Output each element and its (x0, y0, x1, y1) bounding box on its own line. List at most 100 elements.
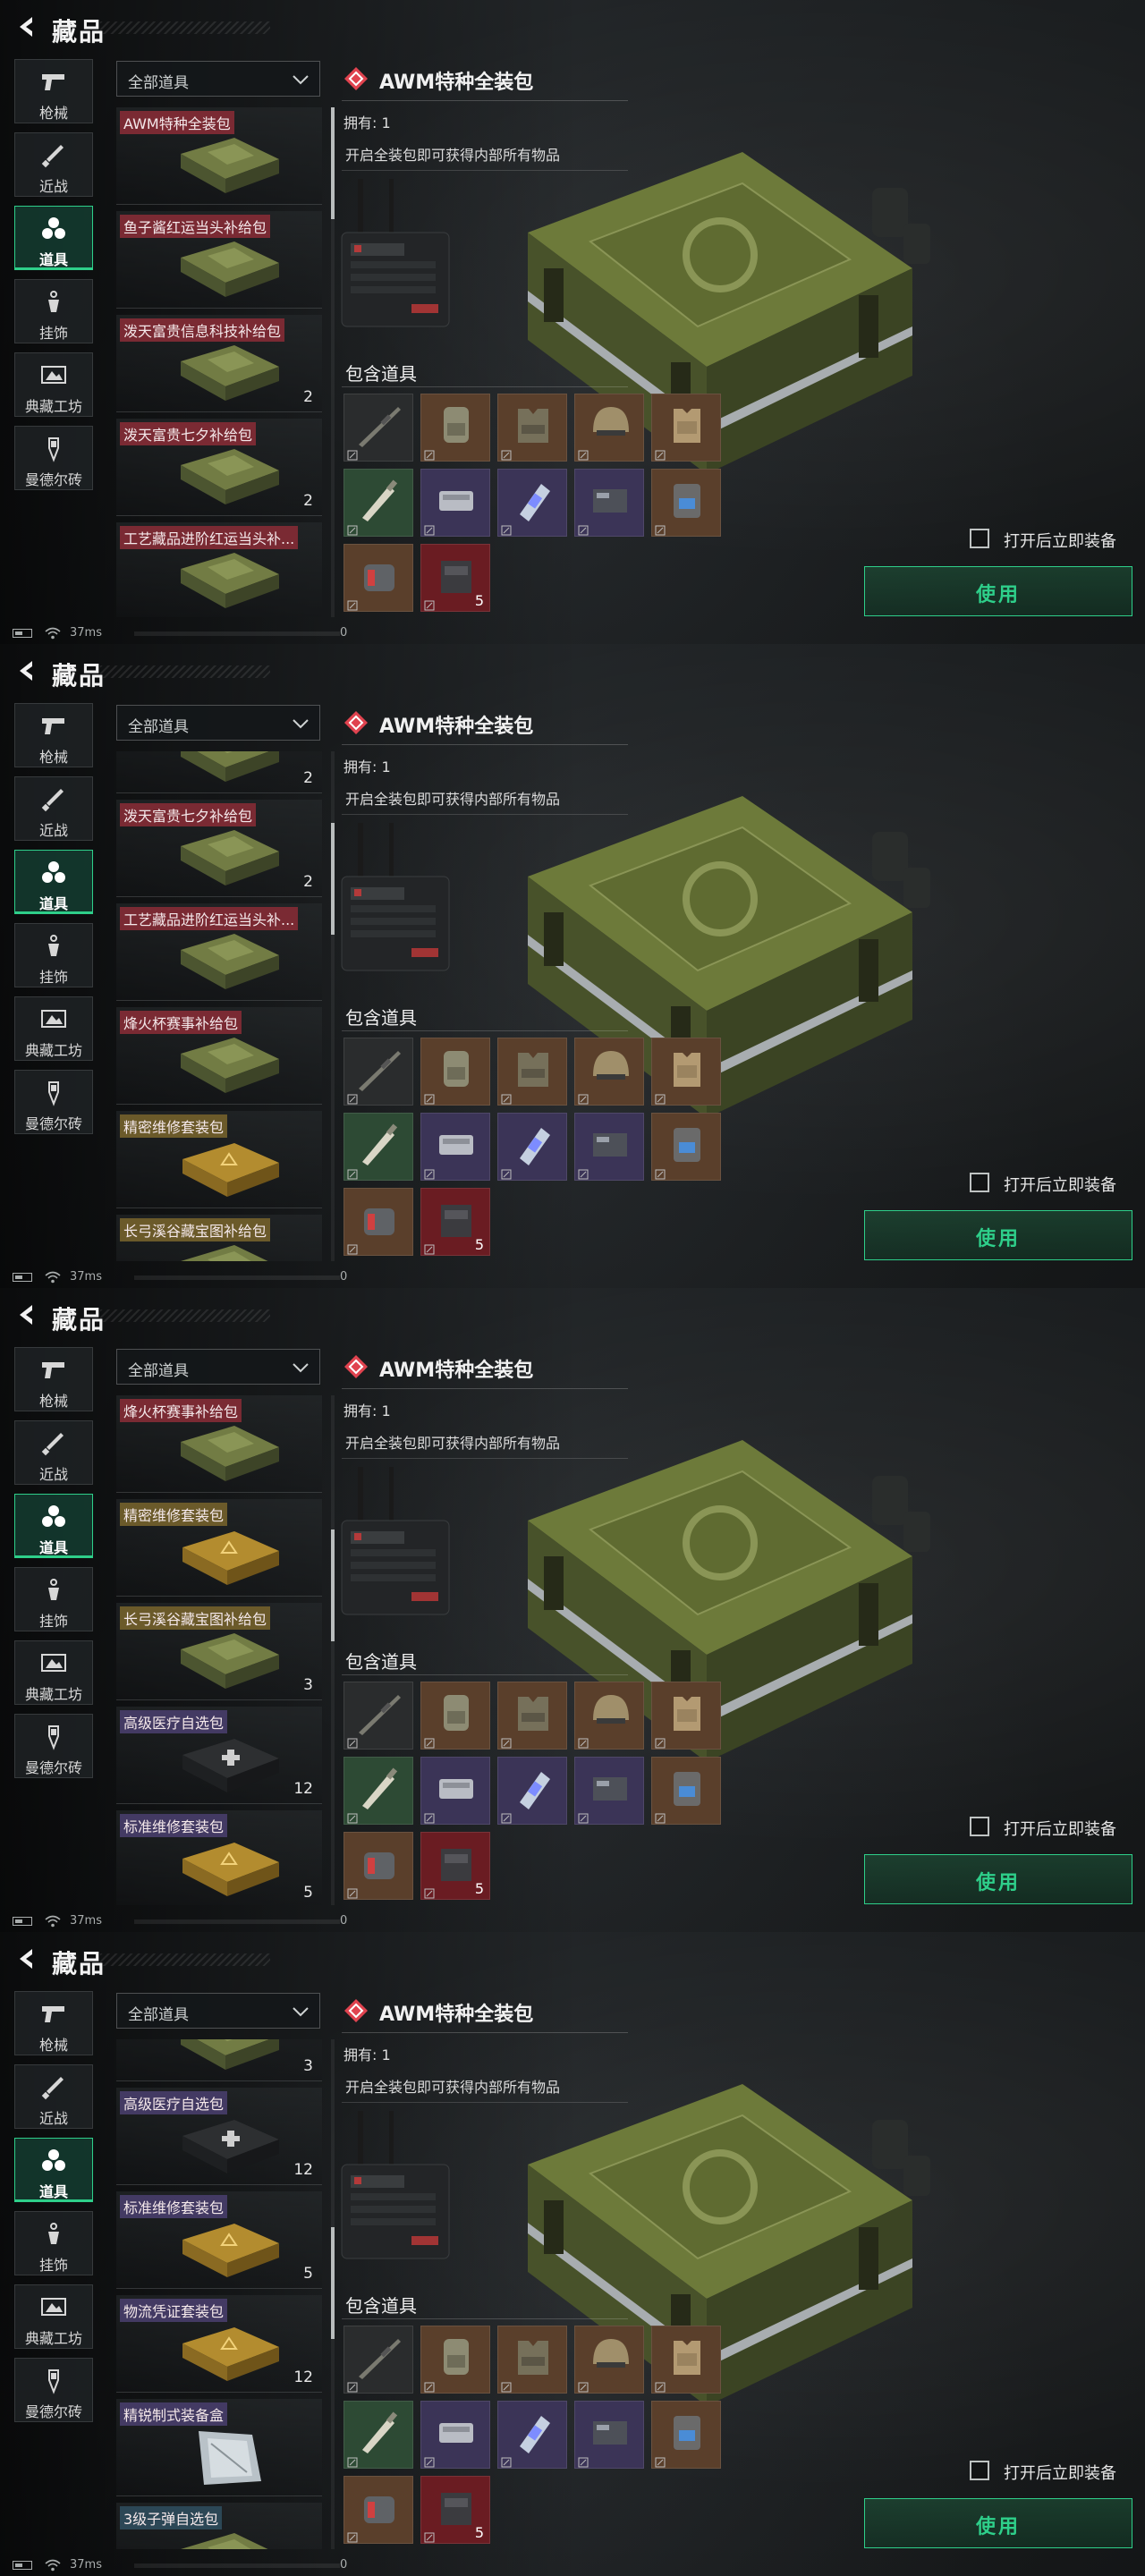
content-item[interactable]: 5 (420, 2476, 490, 2544)
content-item[interactable] (420, 1038, 490, 1106)
content-item[interactable]: 5 (420, 1188, 490, 1256)
content-item[interactable]: 5 (420, 1832, 490, 1900)
content-item[interactable] (497, 2401, 567, 2469)
list-item[interactable]: 泼天富贵七夕补给包 2 (116, 419, 322, 516)
sidebar-item-items[interactable]: 道具 (14, 1494, 93, 1558)
sidebar-item-brick[interactable]: 曼德尔砖 (14, 426, 93, 490)
list-item[interactable]: 泼天富贵信息科技补给包 2 (116, 315, 322, 412)
sidebar-item-charm[interactable]: 挂饰 (14, 279, 93, 343)
checkbox[interactable] (970, 1173, 989, 1192)
list-item[interactable]: 高级医疗自选包 12 (116, 2088, 322, 2185)
item-list[interactable]: 3 高级医疗自选包 12 标准维修套装包 5 物流凭证套装包 12 精锐制式装备盒 3级子弹自选… (116, 2039, 329, 2549)
use-button[interactable]: 使用 (864, 1210, 1132, 1260)
sidebar-item-workshop[interactable]: 典藏工坊 (14, 996, 93, 1061)
content-item[interactable] (574, 1682, 644, 1750)
sidebar-item-workshop[interactable]: 典藏工坊 (14, 352, 93, 417)
back-arrow-icon[interactable] (14, 1302, 39, 1327)
list-item[interactable]: 3级子弹自选包 (116, 2503, 322, 2549)
content-item[interactable] (651, 1757, 721, 1825)
content-item[interactable] (651, 2401, 721, 2469)
content-item[interactable] (497, 1682, 567, 1750)
sidebar-item-items[interactable]: 道具 (14, 2138, 93, 2202)
sidebar-item-charm[interactable]: 挂饰 (14, 923, 93, 987)
list-item[interactable]: 长弓溪谷藏宝图补给包 (116, 1215, 322, 1261)
sidebar-item-workshop[interactable]: 典藏工坊 (14, 2284, 93, 2349)
content-item[interactable] (344, 1682, 413, 1750)
list-scrollbar[interactable] (331, 107, 335, 617)
checkbox[interactable] (970, 2461, 989, 2480)
content-item[interactable] (651, 2326, 721, 2394)
sidebar-item-knife[interactable]: 近战 (14, 1420, 93, 1485)
content-item[interactable] (574, 1113, 644, 1181)
back-arrow-icon[interactable] (14, 658, 39, 683)
list-item[interactable]: 2 (116, 751, 322, 793)
list-item[interactable]: 长弓溪谷藏宝图补给包 3 (116, 1603, 322, 1700)
list-item[interactable]: 物流凭证套装包 12 (116, 2295, 322, 2393)
content-item[interactable] (574, 394, 644, 462)
content-item[interactable] (344, 2476, 413, 2544)
list-item[interactable]: 高级医疗自选包 12 (116, 1707, 322, 1804)
list-item[interactable]: 泼天富贵七夕补给包 2 (116, 800, 322, 897)
use-button[interactable]: 使用 (864, 566, 1132, 616)
sidebar-item-pistol[interactable]: 枪械 (14, 59, 93, 123)
content-item[interactable] (344, 1188, 413, 1256)
sidebar-item-pistol[interactable]: 枪械 (14, 1991, 93, 2055)
content-item[interactable] (651, 1038, 721, 1106)
content-item[interactable] (497, 394, 567, 462)
filter-dropdown[interactable]: 全部道具 (116, 705, 320, 741)
sidebar-item-pistol[interactable]: 枪械 (14, 703, 93, 767)
content-item[interactable] (497, 1038, 567, 1106)
sidebar-item-items[interactable]: 道具 (14, 850, 93, 914)
sidebar-item-knife[interactable]: 近战 (14, 2064, 93, 2129)
sidebar-item-pistol[interactable]: 枪械 (14, 1347, 93, 1411)
sidebar-item-charm[interactable]: 挂饰 (14, 1567, 93, 1631)
item-list[interactable]: 烽火杯赛事补给包 精密维修套装包 长弓溪谷藏宝图补给包 3 高级医疗自选包 12 标准维修套… (116, 1395, 329, 1905)
sidebar-item-brick[interactable]: 曼德尔砖 (14, 1714, 93, 1778)
content-item[interactable] (651, 469, 721, 537)
list-item[interactable]: 精密维修套装包 (116, 1111, 322, 1208)
content-item[interactable] (420, 394, 490, 462)
content-item[interactable] (344, 469, 413, 537)
back-arrow-icon[interactable] (14, 1946, 39, 1971)
content-item[interactable] (344, 2326, 413, 2394)
content-item[interactable] (574, 1038, 644, 1106)
sidebar-item-knife[interactable]: 近战 (14, 776, 93, 841)
content-item[interactable] (344, 2401, 413, 2469)
filter-dropdown[interactable]: 全部道具 (116, 61, 320, 97)
scrollbar-thumb[interactable] (331, 1530, 335, 1641)
list-item[interactable]: 精锐制式装备盒 (116, 2399, 322, 2496)
content-item[interactable] (344, 394, 413, 462)
filter-dropdown[interactable]: 全部道具 (116, 1349, 320, 1385)
sidebar-item-brick[interactable]: 曼德尔砖 (14, 1070, 93, 1134)
content-item[interactable] (497, 469, 567, 537)
content-item[interactable]: 5 (420, 544, 490, 612)
use-button[interactable]: 使用 (864, 1854, 1132, 1904)
content-item[interactable] (497, 1757, 567, 1825)
content-item[interactable] (344, 1038, 413, 1106)
content-item[interactable] (420, 1113, 490, 1181)
list-item[interactable]: 标准维修套装包 5 (116, 1810, 322, 1905)
sidebar-item-workshop[interactable]: 典藏工坊 (14, 1640, 93, 1705)
list-item[interactable]: 烽火杯赛事补给包 (116, 1395, 322, 1493)
content-item[interactable] (574, 2326, 644, 2394)
item-list[interactable]: AWM特种全装包 鱼子酱红运当头补给包 泼天富贵信息科技补给包 2 泼天富贵七夕补给包 2… (116, 107, 329, 617)
content-item[interactable] (344, 1113, 413, 1181)
scrollbar-thumb[interactable] (331, 2227, 335, 2339)
list-item[interactable]: 烽火杯赛事补给包 (116, 1007, 322, 1105)
filter-dropdown[interactable]: 全部道具 (116, 1993, 320, 2029)
scrollbar-thumb[interactable] (331, 107, 335, 219)
sidebar-item-charm[interactable]: 挂饰 (14, 2211, 93, 2275)
content-item[interactable] (420, 1682, 490, 1750)
checkbox[interactable] (970, 529, 989, 548)
list-item[interactable]: AWM特种全装包 (116, 107, 322, 205)
list-item[interactable]: 3 (116, 2039, 322, 2081)
content-item[interactable] (420, 2326, 490, 2394)
sidebar-item-brick[interactable]: 曼德尔砖 (14, 2358, 93, 2422)
list-scrollbar[interactable] (331, 1395, 335, 1905)
list-scrollbar[interactable] (331, 751, 335, 1261)
list-scrollbar[interactable] (331, 2039, 335, 2549)
checkbox[interactable] (970, 1817, 989, 1836)
content-item[interactable] (651, 394, 721, 462)
content-item[interactable] (344, 544, 413, 612)
content-item[interactable] (497, 1113, 567, 1181)
